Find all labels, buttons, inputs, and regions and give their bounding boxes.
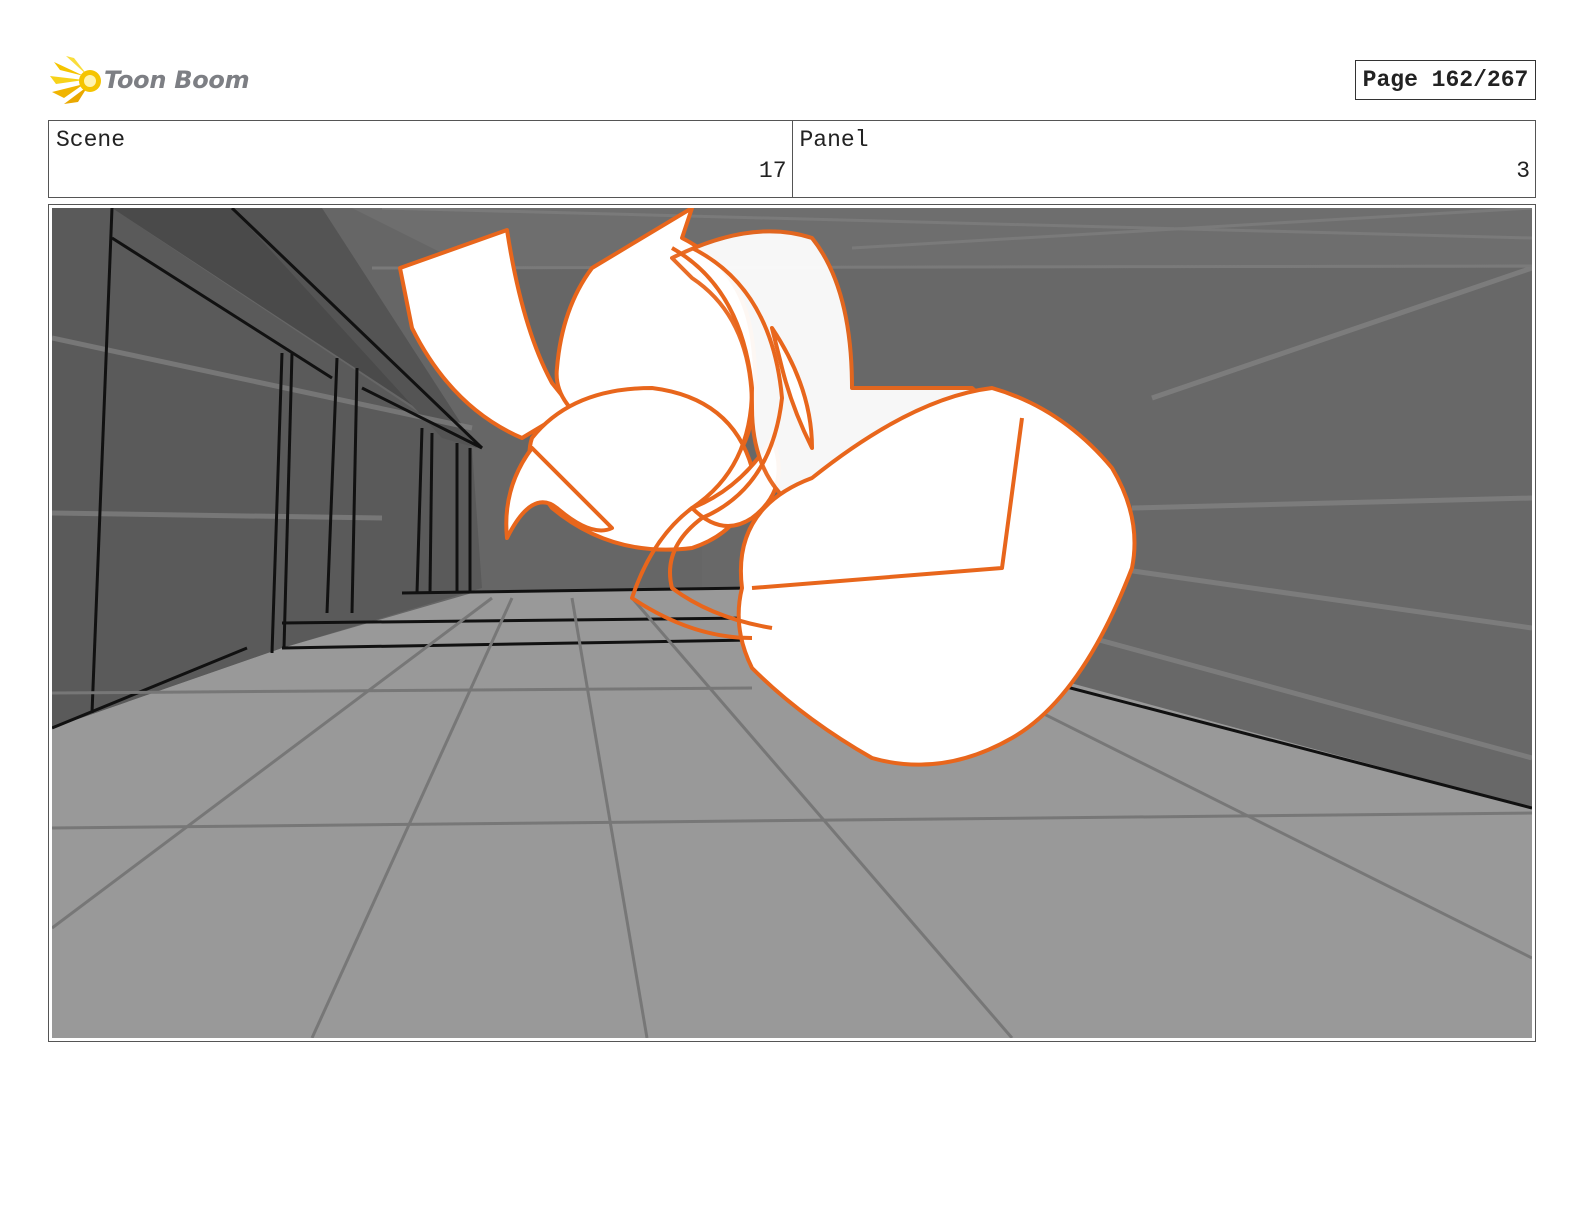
panel-cell: Panel 3 [791, 121, 1536, 197]
page-number-box: Page 162/267 [1355, 60, 1536, 100]
toon-boom-logo: Toon Boom [50, 56, 250, 106]
starburst-icon [50, 56, 101, 104]
info-header: Scene 17 Panel 3 [48, 120, 1536, 198]
scene-label: Scene [56, 127, 126, 153]
page-number: Page 162/267 [1362, 67, 1529, 93]
logo-brand-text: Toon Boom [104, 66, 250, 94]
storyboard-frame [48, 204, 1536, 1042]
scene-value: 17 [758, 158, 787, 184]
scene-cell: Scene 17 [49, 121, 792, 197]
storyboard-drawing [52, 208, 1532, 1038]
panel-label: Panel [799, 127, 869, 153]
panel-value: 3 [1516, 158, 1530, 184]
